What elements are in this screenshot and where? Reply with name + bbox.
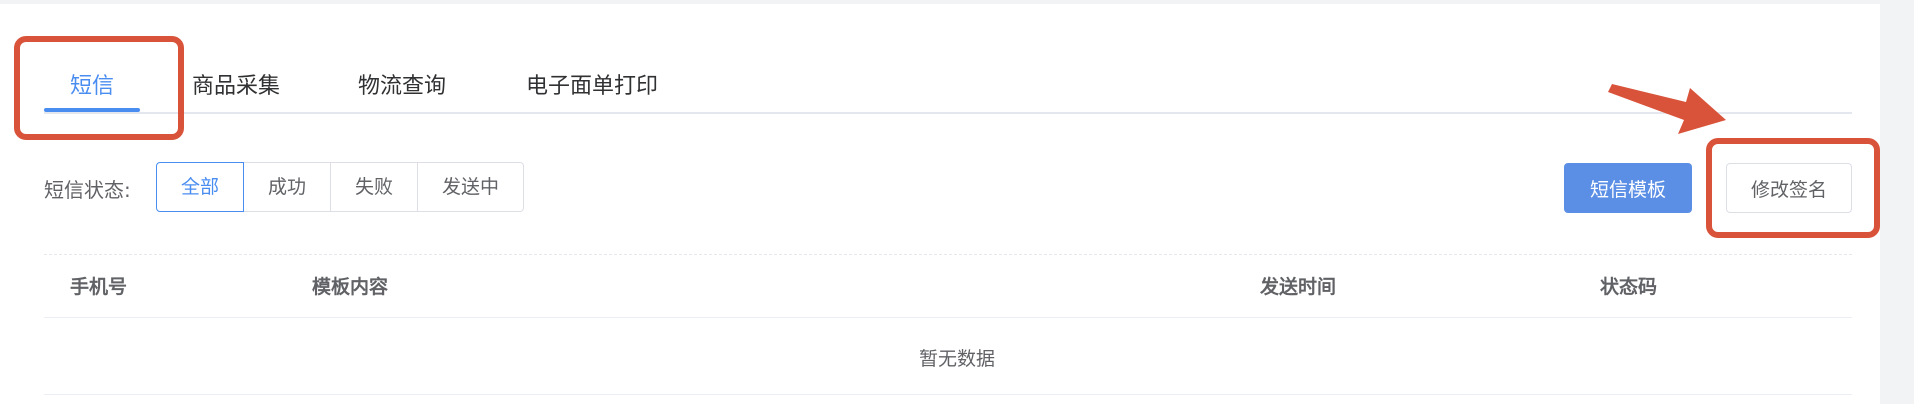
tab-product-collection[interactable]: 商品采集 — [192, 68, 280, 100]
filter-failed-button[interactable]: 失败 — [331, 162, 419, 212]
sms-status-filter: 全部 成功 失败 发送中 — [156, 162, 525, 212]
column-header-phone: 手机号 — [70, 276, 128, 298]
sms-template-button[interactable]: 短信模板 — [1564, 163, 1692, 213]
column-header-send-time: 发送时间 — [1260, 276, 1337, 298]
column-header-status-code: 状态码 — [1600, 276, 1658, 298]
filter-success-button[interactable]: 成功 — [244, 162, 332, 212]
tab-bar: 短信 商品采集 物流查询 电子面单打印 — [44, 54, 1852, 114]
tab-logistics-query[interactable]: 物流查询 — [358, 68, 446, 100]
table-bottom-border — [44, 394, 1852, 395]
annotation-box-modify-signature — [1706, 138, 1880, 238]
sms-status-label: 短信状态: — [44, 178, 131, 202]
filter-sending-button[interactable]: 发送中 — [418, 162, 525, 212]
column-header-template-content: 模板内容 — [312, 276, 389, 298]
table-top-border — [44, 254, 1852, 255]
annotation-arrow-icon — [1608, 84, 1726, 134]
annotation-box-sms-tab — [14, 36, 184, 140]
filter-all-button[interactable]: 全部 — [156, 162, 245, 212]
empty-state-text: 暂无数据 — [918, 348, 995, 370]
table-header-divider — [44, 317, 1852, 318]
tab-electronic-waybill-print[interactable]: 电子面单打印 — [526, 68, 658, 100]
